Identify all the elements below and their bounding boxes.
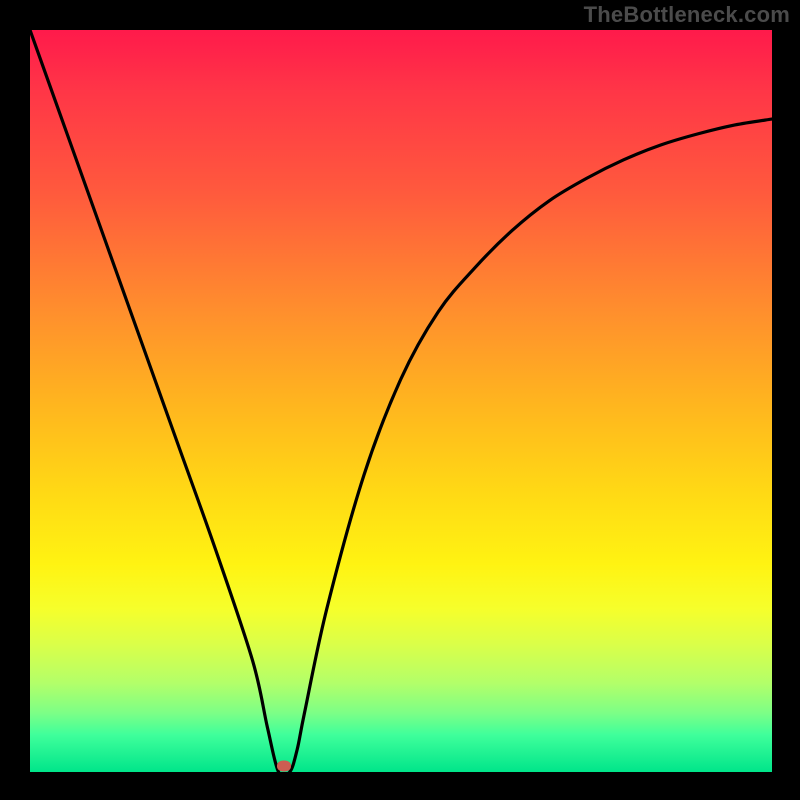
watermark-text: TheBottleneck.com	[584, 2, 790, 28]
plot-outer	[30, 30, 772, 772]
curve-path	[30, 30, 772, 772]
minimum-marker	[277, 761, 291, 772]
bottleneck-curve	[30, 30, 772, 772]
chart-frame: TheBottleneck.com	[0, 0, 800, 800]
